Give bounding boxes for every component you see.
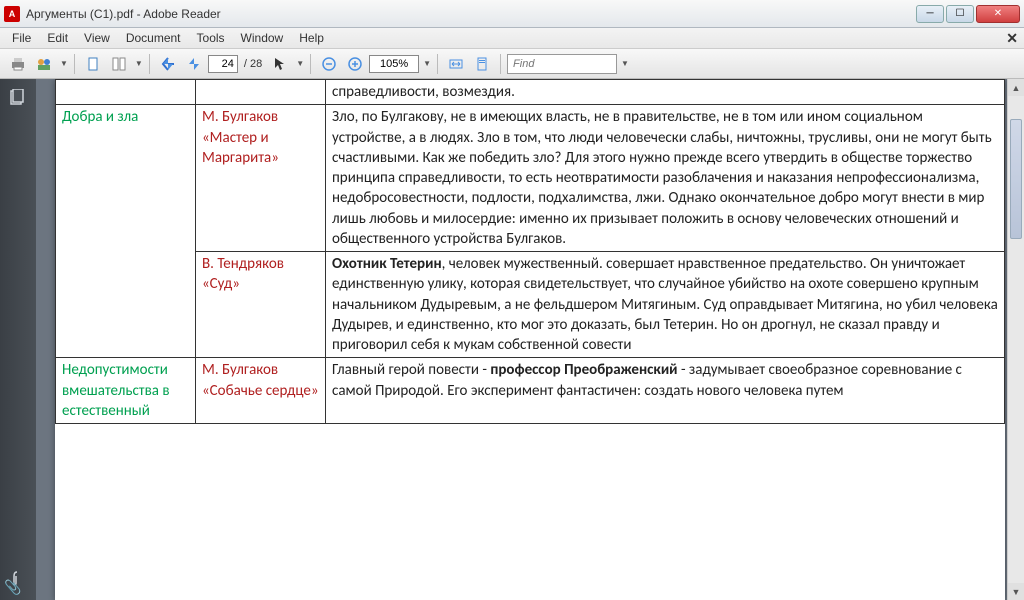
toolbar-separator bbox=[74, 54, 75, 74]
topic-cell: Недопустимости вмешательства в естествен… bbox=[56, 358, 196, 424]
page-number-input[interactable] bbox=[208, 55, 238, 73]
zoom-out-button[interactable] bbox=[317, 53, 341, 75]
close-button[interactable]: ✕ bbox=[976, 5, 1020, 23]
dropdown-icon[interactable]: ▼ bbox=[296, 59, 304, 68]
pages-panel-icon[interactable] bbox=[8, 89, 28, 109]
next-page-button[interactable] bbox=[182, 53, 206, 75]
scroll-down-arrow[interactable]: ▼ bbox=[1008, 583, 1024, 600]
toolbar-separator bbox=[500, 54, 501, 74]
page-total-label: / 28 bbox=[244, 58, 262, 70]
menu-window[interactable]: Window bbox=[233, 29, 292, 47]
minimize-button[interactable]: ─ bbox=[916, 5, 944, 23]
source-cell bbox=[196, 80, 326, 105]
menu-edit[interactable]: Edit bbox=[39, 29, 76, 47]
pdf-page: справедливости, возмездия. Добра и зла М… bbox=[55, 79, 1005, 600]
document-table: справедливости, возмездия. Добра и зла М… bbox=[55, 79, 1005, 424]
menu-document[interactable]: Document bbox=[118, 29, 189, 47]
menu-file[interactable]: File bbox=[4, 29, 39, 47]
text-cell: Главный герой повести - профессор Преобр… bbox=[326, 358, 1005, 424]
text-cell: Охотник Тетерин, человек мужественный. с… bbox=[326, 252, 1005, 358]
adobe-reader-icon: A bbox=[4, 6, 20, 22]
print-button[interactable] bbox=[6, 53, 30, 75]
scrollbar-thumb[interactable] bbox=[1010, 119, 1022, 239]
window-controls: ─ ☐ ✕ bbox=[916, 5, 1020, 23]
menu-help[interactable]: Help bbox=[291, 29, 332, 47]
attachment-icon[interactable]: 📎 bbox=[4, 579, 21, 596]
find-input[interactable] bbox=[507, 54, 617, 74]
table-row: Добра и зла М. Булгаков «Мастер и Маргар… bbox=[56, 105, 1005, 252]
dropdown-icon[interactable]: ▼ bbox=[621, 59, 629, 68]
fit-width-button[interactable] bbox=[444, 53, 468, 75]
single-page-button[interactable] bbox=[81, 53, 105, 75]
fit-page-button[interactable] bbox=[470, 53, 494, 75]
toolbar-separator bbox=[437, 54, 438, 74]
collaborate-button[interactable] bbox=[32, 53, 56, 75]
vertical-scrollbar[interactable]: ▲ ▼ bbox=[1007, 79, 1024, 600]
close-document-button[interactable]: ✕ bbox=[1006, 30, 1018, 47]
toolbar-separator bbox=[149, 54, 150, 74]
window-title: Аргументы (C1).pdf - Adobe Reader bbox=[26, 7, 916, 21]
toolbar: ▼ ▼ / 28 ▼ ▼ ▼ bbox=[0, 49, 1024, 79]
source-cell: М. Булгаков «Собачье сердце» bbox=[196, 358, 326, 424]
source-cell: В. Тендряков «Суд» bbox=[196, 252, 326, 358]
menu-tools[interactable]: Tools bbox=[189, 29, 233, 47]
maximize-button[interactable]: ☐ bbox=[946, 5, 974, 23]
scroll-up-arrow[interactable]: ▲ bbox=[1008, 79, 1024, 96]
table-row: справедливости, возмездия. bbox=[56, 80, 1005, 105]
previous-page-button[interactable] bbox=[156, 53, 180, 75]
table-row: В. Тендряков «Суд» Охотник Тетерин, чело… bbox=[56, 252, 1005, 358]
dropdown-icon[interactable]: ▼ bbox=[423, 59, 431, 68]
menu-view[interactable]: View bbox=[76, 29, 118, 47]
select-tool-button[interactable] bbox=[268, 53, 292, 75]
window-titlebar: A Аргументы (C1).pdf - Adobe Reader ─ ☐ … bbox=[0, 0, 1024, 28]
topic-cell: Добра и зла bbox=[56, 105, 196, 358]
zoom-in-button[interactable] bbox=[343, 53, 367, 75]
source-cell: М. Булгаков «Мастер и Маргарита» bbox=[196, 105, 326, 252]
toolbar-separator bbox=[310, 54, 311, 74]
dropdown-icon[interactable]: ▼ bbox=[135, 59, 143, 68]
zoom-level-input[interactable] bbox=[369, 55, 419, 73]
table-row: Недопустимости вмешательства в естествен… bbox=[56, 358, 1005, 424]
text-cell: справедливости, возмездия. bbox=[326, 80, 1005, 105]
menu-bar: File Edit View Document Tools Window Hel… bbox=[0, 28, 1024, 49]
text-cell: Зло, по Булгакову, не в имеющих власть, … bbox=[326, 105, 1005, 252]
document-viewport[interactable]: справедливости, возмездия. Добра и зла М… bbox=[36, 79, 1024, 600]
topic-cell bbox=[56, 80, 196, 105]
content-area: справедливости, возмездия. Добра и зла М… bbox=[0, 79, 1024, 600]
navigation-panel bbox=[0, 79, 36, 600]
dropdown-icon[interactable]: ▼ bbox=[60, 59, 68, 68]
continuous-page-button[interactable] bbox=[107, 53, 131, 75]
